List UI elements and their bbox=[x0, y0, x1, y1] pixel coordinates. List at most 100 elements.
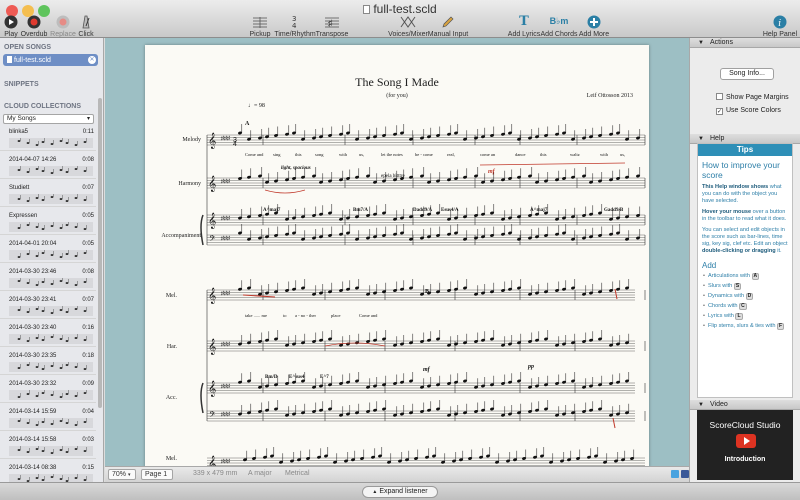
add-shortcut-item: Articulations with A bbox=[698, 271, 792, 281]
svg-text:♯♯♯: ♯♯♯ bbox=[221, 235, 230, 242]
song-list-item[interactable]: 2014-03-14 15:58 0:03 bbox=[0, 436, 96, 459]
song-list-item[interactable]: 2014-03-30 23:46 0:08 bbox=[0, 268, 96, 291]
video-thumbnail[interactable]: ScoreCloud Studio Introduction bbox=[697, 410, 793, 480]
dynamic-marking[interactable]: mf bbox=[423, 367, 431, 373]
lyric-syllable[interactable]: a - no - ther bbox=[295, 313, 316, 318]
lyric-syllable[interactable]: place bbox=[331, 313, 341, 318]
song-name: blinka5 bbox=[9, 129, 29, 135]
svg-text:♯: ♯ bbox=[328, 18, 333, 28]
song-duration: 0:05 bbox=[82, 241, 94, 247]
lyric-syllable[interactable]: waltz bbox=[570, 152, 580, 157]
lyric-syllable[interactable]: Come and bbox=[245, 152, 264, 157]
lyric-syllable[interactable]: with bbox=[600, 152, 609, 157]
song-list-item[interactable]: 2014-03-14 15:59 0:04 bbox=[0, 408, 96, 431]
shortcut-key: D bbox=[745, 293, 754, 300]
video-subtitle: Introduction bbox=[724, 456, 766, 463]
chord-symbol[interactable]: E^7 bbox=[320, 375, 329, 380]
song-duration: 0:04 bbox=[82, 409, 94, 415]
lyric-syllable[interactable]: to bbox=[283, 313, 287, 318]
video-header[interactable]: ▼ Video bbox=[690, 400, 800, 410]
facebook-icon[interactable] bbox=[681, 470, 689, 478]
svg-text:♯♯♯: ♯♯♯ bbox=[221, 135, 230, 142]
score-page: The Song I Made (for you) Leif Ottosson … bbox=[145, 45, 649, 466]
click-button[interactable]: Click bbox=[64, 14, 108, 38]
chevron-down-icon: ▾ bbox=[86, 116, 90, 122]
chord-symbol[interactable]: E^sus4 bbox=[289, 375, 305, 380]
song-list-item[interactable]: 2014-03-30 23:35 0:18 bbox=[0, 352, 96, 375]
chord-symbol[interactable]: A^maj7 bbox=[530, 208, 548, 213]
manual-input-button[interactable]: Manual Input bbox=[426, 14, 470, 38]
chord-symbol[interactable]: Gadd9/B bbox=[604, 208, 624, 213]
lyric-syllable[interactable]: this bbox=[295, 152, 302, 157]
page-select[interactable]: Page 1 ▾ bbox=[141, 469, 173, 487]
zoom-select[interactable]: 70% ▾ bbox=[108, 469, 136, 480]
shortcut-key: F bbox=[777, 323, 785, 330]
lyric-syllable[interactable]: song bbox=[315, 152, 324, 157]
song-preview-notation bbox=[9, 418, 93, 428]
lyric-syllable[interactable]: come an bbox=[480, 152, 496, 157]
song-preview-notation bbox=[9, 334, 93, 344]
lyric-syllable[interactable]: be - come bbox=[415, 152, 433, 157]
song-list-item[interactable]: 2014-03-30 23:32 0:09 bbox=[0, 380, 96, 403]
song-list-item[interactable]: blinka5 0:11 bbox=[0, 128, 96, 151]
lyric-syllable[interactable]: real, bbox=[447, 152, 455, 158]
chord-symbol[interactable]: Esus4/A bbox=[441, 208, 459, 213]
show-page-margins-checkbox[interactable]: Show Page Margins bbox=[716, 93, 789, 101]
chord-symbol[interactable]: Bm7/A bbox=[353, 208, 368, 213]
pencil-icon bbox=[439, 14, 457, 29]
svg-text:♯♯♯: ♯♯♯ bbox=[221, 215, 230, 222]
add-heading: Add bbox=[702, 261, 717, 270]
scrollbar[interactable] bbox=[98, 98, 102, 408]
lyric-syllable[interactable]: us, bbox=[359, 152, 364, 158]
actions-header[interactable]: ▼ Actions bbox=[690, 38, 800, 48]
lyric-syllable[interactable]: sing bbox=[273, 152, 281, 157]
add-more-button[interactable]: Add More bbox=[572, 14, 616, 38]
listener-bar: ▲ Expand listener bbox=[0, 482, 800, 500]
twitter-icon[interactable] bbox=[671, 470, 679, 478]
svg-text:♯♯♯: ♯♯♯ bbox=[221, 178, 230, 185]
open-song-item[interactable]: full-test.scld ✕ bbox=[3, 54, 98, 66]
voices-mixer-button[interactable]: Voices/Mixer bbox=[386, 14, 430, 38]
rehearsal-mark-b[interactable]: B bbox=[425, 289, 429, 295]
lyric-syllable[interactable]: us, bbox=[620, 152, 625, 158]
help-panel-button[interactable]: i Help Panel bbox=[758, 14, 800, 38]
expand-listener-button[interactable]: ▲ Expand listener bbox=[362, 486, 438, 498]
page-dimensions: 339 x 479 mm bbox=[193, 470, 238, 477]
chord-symbol[interactable]: Bm/D bbox=[265, 375, 278, 380]
song-list-item[interactable]: Studiett 0:07 bbox=[0, 184, 96, 207]
expression-text[interactable]: epela bitttre bbox=[381, 174, 406, 179]
chord-symbol[interactable]: A^maj7 bbox=[263, 208, 281, 213]
chord-symbol[interactable]: Dadd9/A bbox=[413, 208, 433, 213]
info-icon: i bbox=[771, 14, 789, 29]
song-preview-notation bbox=[9, 390, 93, 400]
youtube-play-icon[interactable] bbox=[736, 434, 756, 448]
use-score-colors-checkbox[interactable]: ✓ Use Score Colors bbox=[716, 107, 781, 115]
cloud-collections-header: CLOUD COLLECTIONS bbox=[4, 103, 81, 110]
lyric-syllable[interactable]: let the notes bbox=[381, 152, 403, 157]
collection-select[interactable]: My Songs ▾ bbox=[3, 114, 94, 124]
lyric-syllable[interactable]: dance bbox=[515, 152, 526, 157]
lyric-syllable[interactable]: this bbox=[540, 152, 547, 157]
dynamic-marking[interactable]: mf bbox=[488, 169, 496, 175]
chevron-up-icon: ▲ bbox=[372, 489, 378, 495]
dynamic-marking[interactable]: pp bbox=[527, 364, 534, 370]
expression-text[interactable]: light, spacious bbox=[281, 166, 311, 171]
lyric-syllable[interactable]: take ...... me bbox=[245, 313, 267, 318]
song-list-item[interactable]: 2014-04-01 20:04 0:05 bbox=[0, 240, 96, 263]
close-song-icon[interactable]: ✕ bbox=[88, 56, 96, 64]
rehearsal-mark-a[interactable]: A bbox=[245, 121, 250, 127]
document-icon bbox=[363, 5, 371, 14]
lyric-syllable[interactable]: with bbox=[339, 152, 348, 157]
transpose-button[interactable]: ♯ Transpose bbox=[310, 14, 354, 38]
song-list-item[interactable]: Expressen 0:05 bbox=[0, 212, 96, 235]
song-list-item[interactable]: 2014-03-30 23:40 0:16 bbox=[0, 324, 96, 347]
song-list-item[interactable]: 2014-04-07 14:26 0:08 bbox=[0, 156, 96, 179]
song-info-button[interactable]: Song Info... bbox=[720, 68, 774, 80]
song-duration: 0:07 bbox=[82, 297, 94, 303]
tempo-marking[interactable]: ♩= 98 bbox=[248, 103, 265, 109]
lyric-syllable[interactable]: Come and bbox=[359, 313, 378, 318]
song-list-item[interactable]: 2014-03-30 23:41 0:07 bbox=[0, 296, 96, 319]
add-shortcut-item: Chords with C bbox=[698, 301, 792, 311]
score-notation[interactable]: 𝄞 ♯♯♯ 34𝄞 ♯♯♯𝄞 ♯♯♯𝄢 ♯♯♯𝄞 ♯♯♯𝄞 ♯♯♯𝄞 ♯♯♯𝄢 ♯♯♯𝄞 ♯♯♯♩=… bbox=[145, 45, 649, 466]
help-paragraph: Hover your mouse over a button in the to… bbox=[702, 209, 787, 222]
